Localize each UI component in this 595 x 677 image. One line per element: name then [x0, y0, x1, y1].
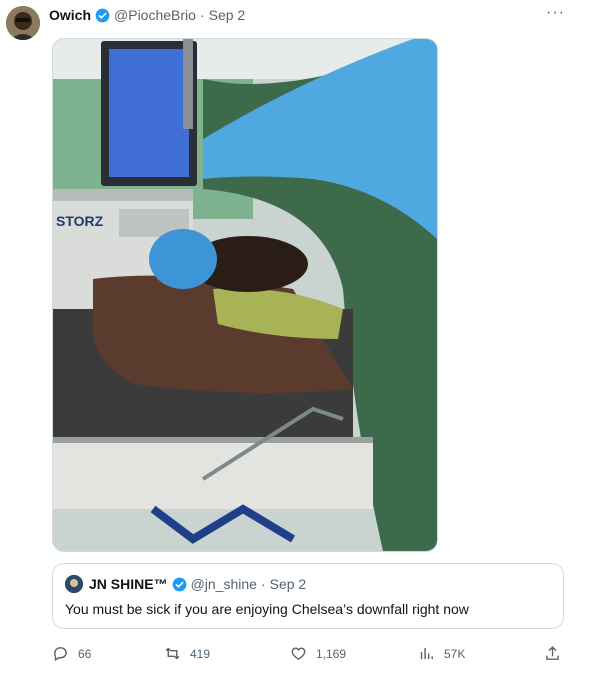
more-dots-icon[interactable]: ··· [546, 4, 565, 22]
author-name[interactable]: Owich [49, 7, 91, 23]
quoted-tweet-text: You must be sick if you are enjoying Che… [65, 601, 469, 617]
monitor-brand-label: STORZ [56, 213, 104, 229]
reply-button[interactable]: 66 [52, 645, 91, 662]
view-count: 57K [444, 646, 466, 661]
like-count: 1,169 [316, 646, 347, 661]
quoted-author-name[interactable]: JN SHINE™ [89, 576, 168, 592]
quoted-tweet-date[interactable]: Sep 2 [270, 576, 307, 592]
retweet-icon [165, 647, 180, 660]
retweet-button[interactable]: 419 [164, 645, 210, 662]
separator-dot: · [199, 7, 205, 23]
quoted-tweet-header: JN SHINE™ @jn_shine · Sep 2 [65, 575, 306, 593]
retweet-count: 419 [190, 646, 211, 661]
share-button[interactable] [544, 645, 570, 662]
separator-dot: · [260, 576, 266, 592]
tweet-action-bar: 66 419 1,169 57K [52, 645, 564, 665]
views-button[interactable]: 57K [418, 645, 465, 662]
author-handle[interactable]: @PiocheBrio [114, 7, 196, 23]
heart-icon [291, 647, 306, 661]
author-avatar[interactable] [6, 6, 40, 40]
monitor-icon [101, 41, 197, 186]
reply-icon [54, 647, 67, 662]
verified-badge-icon [95, 8, 110, 23]
share-icon [546, 646, 559, 660]
quoted-author-avatar[interactable] [65, 575, 83, 593]
like-button[interactable]: 1,169 [290, 645, 346, 662]
quoted-tweet[interactable]: JN SHINE™ @jn_shine · Sep 2 You must be … [52, 563, 564, 629]
reply-count: 66 [78, 646, 92, 661]
tweet-date[interactable]: Sep 2 [209, 7, 246, 23]
tweet-photo[interactable]: STORZ [52, 38, 438, 552]
quoted-author-handle[interactable]: @jn_shine [191, 576, 257, 592]
tweet-header: Owich @PiocheBrio · Sep 2 [49, 6, 245, 24]
bar-chart-icon [420, 647, 433, 660]
verified-badge-icon [172, 577, 187, 592]
hospital-photo-illustration: STORZ [53, 39, 437, 551]
